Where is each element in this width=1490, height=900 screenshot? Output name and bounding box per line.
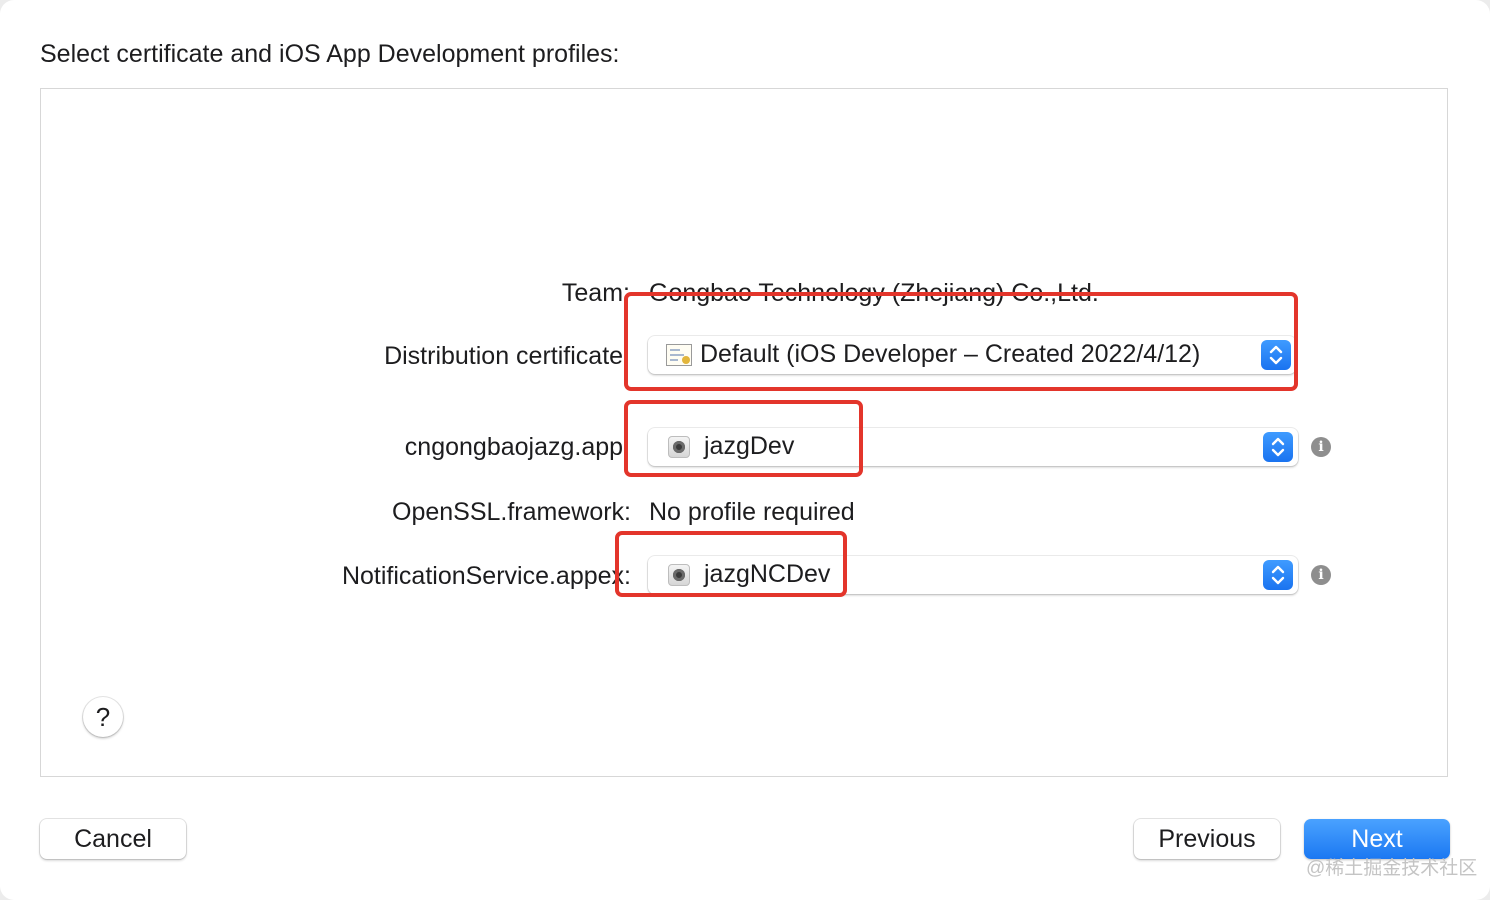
distribution-certificate-popup[interactable]: Default (iOS Developer – Created 2022/4/… bbox=[648, 336, 1296, 374]
certificate-icon bbox=[666, 344, 692, 366]
framework-label: OpenSSL.framework: bbox=[392, 498, 631, 526]
provisioning-profile-icon bbox=[668, 436, 690, 458]
distribution-certificate-value: Default (iOS Developer – Created 2022/4/… bbox=[700, 340, 1201, 368]
app-profile-popup[interactable]: jazgDev bbox=[648, 428, 1298, 466]
up-down-chevron-icon bbox=[1263, 560, 1293, 590]
dialog-sheet: Select certificate and iOS App Developme… bbox=[0, 0, 1490, 900]
help-button[interactable]: ? bbox=[83, 697, 123, 737]
team-label: Team: bbox=[561, 279, 630, 307]
watermark: @稀土掘金技术社区 bbox=[1306, 858, 1478, 879]
distribution-certificate-label: Distribution certificate: bbox=[384, 342, 630, 370]
appex-profile-info-icon[interactable]: i bbox=[1311, 565, 1331, 585]
app-profile-label: cngongbaojazg.app: bbox=[404, 433, 630, 461]
app-profile-info-icon[interactable]: i bbox=[1311, 437, 1331, 457]
previous-button[interactable]: Previous bbox=[1134, 819, 1280, 859]
appex-profile-value: jazgNCDev bbox=[704, 560, 831, 588]
app-profile-value: jazgDev bbox=[704, 432, 795, 460]
team-value: Gongbao Technology (Zhejiang) Co.,Ltd. bbox=[649, 279, 1099, 307]
appex-profile-label: NotificationService.appex: bbox=[341, 562, 631, 590]
framework-value: No profile required bbox=[649, 498, 855, 526]
appex-profile-popup[interactable]: jazgNCDev bbox=[648, 556, 1298, 594]
dialog-heading: Select certificate and iOS App Developme… bbox=[40, 40, 620, 68]
up-down-chevron-icon bbox=[1263, 432, 1293, 462]
cancel-button[interactable]: Cancel bbox=[40, 819, 186, 859]
up-down-chevron-icon bbox=[1261, 340, 1291, 370]
provisioning-profile-icon bbox=[668, 564, 690, 586]
